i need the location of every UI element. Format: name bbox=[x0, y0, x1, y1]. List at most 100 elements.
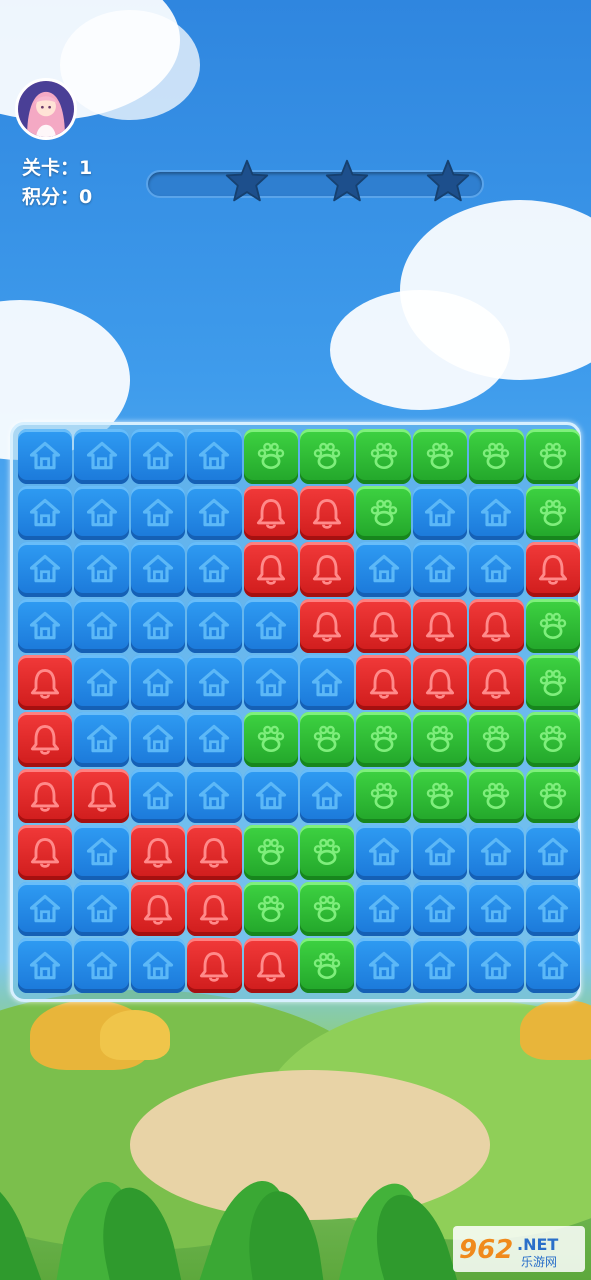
tile-green-r9-c5[interactable] bbox=[243, 881, 298, 937]
tile-blue-r5-c3[interactable] bbox=[130, 655, 186, 710]
tile-blue-r2-c2[interactable] bbox=[74, 485, 129, 541]
tile-red-r2-c6[interactable] bbox=[299, 485, 355, 541]
tile-blue-r2-c4[interactable] bbox=[187, 485, 242, 541]
tile-red-r3-c6[interactable] bbox=[299, 542, 355, 597]
tile-blue-r2-c3[interactable] bbox=[130, 485, 186, 541]
tile-blue-r9-c1[interactable] bbox=[18, 881, 73, 937]
tile-green-r2-c10[interactable] bbox=[525, 485, 580, 541]
tile-red-r4-c9[interactable] bbox=[469, 598, 524, 654]
tile-blue-r4-c2[interactable] bbox=[74, 598, 129, 654]
tile-blue-r3-c9[interactable] bbox=[469, 542, 524, 597]
tile-blue-r6-c4[interactable] bbox=[187, 711, 242, 767]
tile-blue-r10-c1[interactable] bbox=[18, 938, 73, 993]
tile-green-r6-c5[interactable] bbox=[243, 711, 298, 767]
tile-green-r8-c5[interactable] bbox=[243, 825, 298, 880]
tile-blue-r3-c3[interactable] bbox=[130, 542, 186, 597]
tile-blue-r5-c4[interactable] bbox=[187, 655, 242, 710]
tile-green-r6-c9[interactable] bbox=[469, 711, 524, 767]
tile-blue-r1-c1[interactable] bbox=[18, 429, 73, 484]
tile-blue-r10-c10[interactable] bbox=[525, 938, 580, 993]
tile-green-r7-c9[interactable] bbox=[469, 768, 524, 824]
tile-red-r2-c5[interactable] bbox=[243, 485, 298, 541]
tile-green-r6-c10[interactable] bbox=[525, 711, 580, 767]
tile-blue-r4-c5[interactable] bbox=[243, 598, 298, 654]
tile-green-r1-c10[interactable] bbox=[525, 429, 580, 484]
tile-blue-r7-c3[interactable] bbox=[130, 768, 186, 824]
tile-blue-r4-c3[interactable] bbox=[130, 598, 186, 654]
tile-red-r8-c4[interactable] bbox=[187, 825, 242, 880]
tile-blue-r8-c8[interactable] bbox=[412, 825, 468, 880]
tile-red-r8-c1[interactable] bbox=[18, 825, 73, 880]
tile-blue-r10-c3[interactable] bbox=[130, 938, 186, 993]
tile-blue-r1-c2[interactable] bbox=[74, 429, 129, 484]
tile-blue-r2-c8[interactable] bbox=[412, 485, 468, 541]
tile-blue-r9-c7[interactable] bbox=[356, 881, 411, 937]
tile-green-r6-c8[interactable] bbox=[412, 711, 468, 767]
tile-blue-r9-c9[interactable] bbox=[469, 881, 524, 937]
tile-blue-r7-c6[interactable] bbox=[299, 768, 355, 824]
tile-green-r6-c7[interactable] bbox=[356, 711, 411, 767]
tile-green-r1-c8[interactable] bbox=[412, 429, 468, 484]
tile-blue-r2-c9[interactable] bbox=[469, 485, 524, 541]
tile-blue-r9-c8[interactable] bbox=[412, 881, 468, 937]
tile-blue-r4-c1[interactable] bbox=[18, 598, 73, 654]
tile-blue-r10-c8[interactable] bbox=[412, 938, 468, 993]
tile-blue-r6-c3[interactable] bbox=[130, 711, 186, 767]
tile-blue-r3-c1[interactable] bbox=[18, 542, 73, 597]
tile-red-r4-c7[interactable] bbox=[356, 598, 411, 654]
tile-red-r9-c4[interactable] bbox=[187, 881, 242, 937]
tile-blue-r3-c8[interactable] bbox=[412, 542, 468, 597]
tile-green-r1-c9[interactable] bbox=[469, 429, 524, 484]
tile-red-r4-c6[interactable] bbox=[299, 598, 355, 654]
tile-blue-r2-c1[interactable] bbox=[18, 485, 73, 541]
tile-blue-r10-c9[interactable] bbox=[469, 938, 524, 993]
tile-red-r6-c1[interactable] bbox=[18, 711, 73, 767]
tile-blue-r3-c4[interactable] bbox=[187, 542, 242, 597]
tile-red-r7-c1[interactable] bbox=[18, 768, 73, 824]
tile-green-r4-c10[interactable] bbox=[525, 598, 580, 654]
tile-green-r7-c7[interactable] bbox=[356, 768, 411, 824]
tile-green-r5-c10[interactable] bbox=[525, 655, 580, 710]
tile-red-r8-c3[interactable] bbox=[130, 825, 186, 880]
tile-blue-r9-c2[interactable] bbox=[74, 881, 129, 937]
tile-red-r9-c3[interactable] bbox=[130, 881, 186, 937]
tile-blue-r7-c5[interactable] bbox=[243, 768, 298, 824]
tile-blue-r4-c4[interactable] bbox=[187, 598, 242, 654]
tile-green-r10-c6[interactable] bbox=[299, 938, 355, 993]
tile-green-r9-c6[interactable] bbox=[299, 881, 355, 937]
tile-blue-r3-c2[interactable] bbox=[74, 542, 129, 597]
player-avatar[interactable] bbox=[15, 78, 77, 140]
tile-blue-r1-c3[interactable] bbox=[130, 429, 186, 484]
tile-red-r5-c7[interactable] bbox=[356, 655, 411, 710]
tile-blue-r8-c7[interactable] bbox=[356, 825, 411, 880]
tile-green-r7-c8[interactable] bbox=[412, 768, 468, 824]
tile-red-r10-c4[interactable] bbox=[187, 938, 242, 993]
tile-red-r4-c8[interactable] bbox=[412, 598, 468, 654]
tile-green-r6-c6[interactable] bbox=[299, 711, 355, 767]
tile-blue-r5-c2[interactable] bbox=[74, 655, 129, 710]
tile-blue-r10-c7[interactable] bbox=[356, 938, 411, 993]
tile-blue-r6-c2[interactable] bbox=[74, 711, 129, 767]
tile-red-r3-c5[interactable] bbox=[243, 542, 298, 597]
tile-blue-r7-c4[interactable] bbox=[187, 768, 242, 824]
tile-red-r5-c9[interactable] bbox=[469, 655, 524, 710]
tile-green-r1-c5[interactable] bbox=[243, 429, 298, 484]
tile-blue-r5-c5[interactable] bbox=[243, 655, 298, 710]
tile-blue-r9-c10[interactable] bbox=[525, 881, 580, 937]
tile-blue-r8-c2[interactable] bbox=[74, 825, 129, 880]
tile-red-r5-c8[interactable] bbox=[412, 655, 468, 710]
tile-blue-r3-c7[interactable] bbox=[356, 542, 411, 597]
tile-blue-r8-c10[interactable] bbox=[525, 825, 580, 880]
tile-blue-r5-c6[interactable] bbox=[299, 655, 355, 710]
tile-red-r10-c5[interactable] bbox=[243, 938, 298, 993]
tile-green-r2-c7[interactable] bbox=[356, 485, 411, 541]
tile-green-r8-c6[interactable] bbox=[299, 825, 355, 880]
tile-green-r1-c6[interactable] bbox=[299, 429, 355, 484]
tile-green-r1-c7[interactable] bbox=[356, 429, 411, 484]
tile-blue-r10-c2[interactable] bbox=[74, 938, 129, 993]
tile-green-r7-c10[interactable] bbox=[525, 768, 580, 824]
tile-blue-r1-c4[interactable] bbox=[187, 429, 242, 484]
tile-red-r5-c1[interactable] bbox=[18, 655, 73, 710]
tile-blue-r8-c9[interactable] bbox=[469, 825, 524, 880]
tile-red-r7-c2[interactable] bbox=[74, 768, 129, 824]
